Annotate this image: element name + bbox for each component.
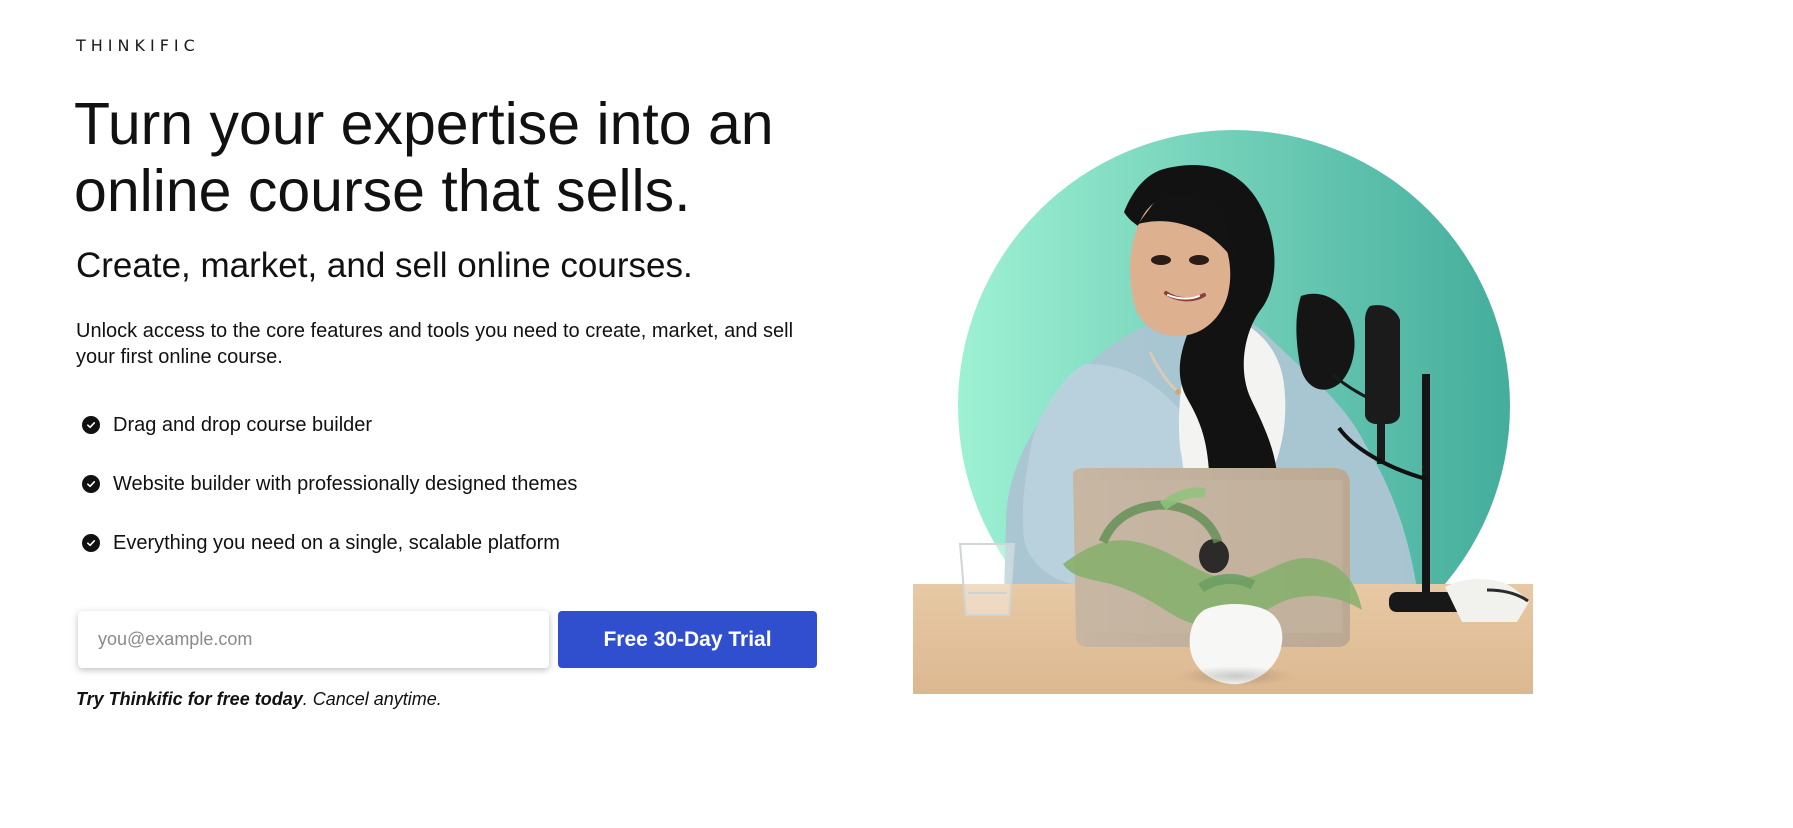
trial-note-bold: Try Thinkific for free today xyxy=(76,689,303,709)
free-trial-button[interactable]: Free 30-Day Trial xyxy=(558,611,817,668)
hero-description: Unlock access to the core features and t… xyxy=(76,320,794,368)
feature-item: Drag and drop course builder xyxy=(82,410,577,440)
email-input[interactable] xyxy=(78,611,549,668)
feature-list: Drag and drop course builder Website bui… xyxy=(82,410,577,587)
feature-item: Website builder with professionally desi… xyxy=(82,469,577,499)
thinkific-logo: THINKIFIC xyxy=(76,36,200,55)
feature-item: Everything you need on a single, scalabl… xyxy=(82,528,577,558)
feature-label: Website builder with professionally desi… xyxy=(113,472,578,495)
trial-note: Try Thinkific for free today. Cancel any… xyxy=(76,689,442,710)
feature-label: Drag and drop course builder xyxy=(113,413,373,436)
microphone xyxy=(1365,305,1400,424)
trial-note-regular: . Cancel anytime. xyxy=(302,689,442,709)
signup-form: Free 30-Day Trial xyxy=(78,611,818,668)
check-circle-icon xyxy=(82,475,100,493)
check-circle-icon xyxy=(82,534,100,552)
feature-label: Everything you need on a single, scalabl… xyxy=(113,531,560,554)
hero-illustration xyxy=(913,128,1533,694)
woman-at-desk-illustration xyxy=(913,130,1533,694)
subheadline: Create, market, and sell online courses. xyxy=(76,246,693,285)
glass xyxy=(958,543,1016,616)
check-circle-icon xyxy=(82,416,100,434)
main-headline: Turn your expertise into an online cours… xyxy=(74,91,774,224)
